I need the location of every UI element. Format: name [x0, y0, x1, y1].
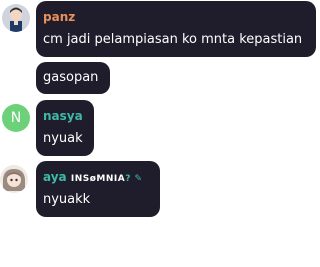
author-name-text: aya: [43, 170, 67, 184]
avatar-panz[interactable]: [2, 4, 30, 32]
message-text: cm jadi pelampiasan ko mnta kepastian: [43, 32, 303, 47]
message-text: gasopan: [43, 70, 99, 85]
avatar-photo-icon: [2, 4, 30, 32]
author-tag-suffix: ? ✎: [125, 174, 143, 184]
author-name[interactable]: nasya: [43, 109, 83, 123]
author-name[interactable]: panz: [43, 10, 75, 24]
avatar-photo-icon: [0, 165, 28, 193]
message-bubble: aya INSøMNIA? ✎ nyuakk: [36, 161, 160, 217]
avatar-nasya[interactable]: N: [2, 104, 30, 132]
message-text: nyuak: [43, 131, 83, 146]
author-name[interactable]: aya INSøMNIA? ✎: [43, 170, 143, 186]
message-bubble: nasya nyuak: [36, 100, 94, 156]
message-text: nyuakk: [43, 192, 91, 207]
avatar-letter: N: [10, 110, 22, 126]
message-bubble: panz cm jadi pelampiasan ko mnta kepasti…: [36, 1, 316, 57]
message-bubble: gasopan: [36, 62, 110, 94]
author-tag: INSøMNIA: [70, 174, 126, 184]
avatar-aya[interactable]: [0, 165, 28, 193]
